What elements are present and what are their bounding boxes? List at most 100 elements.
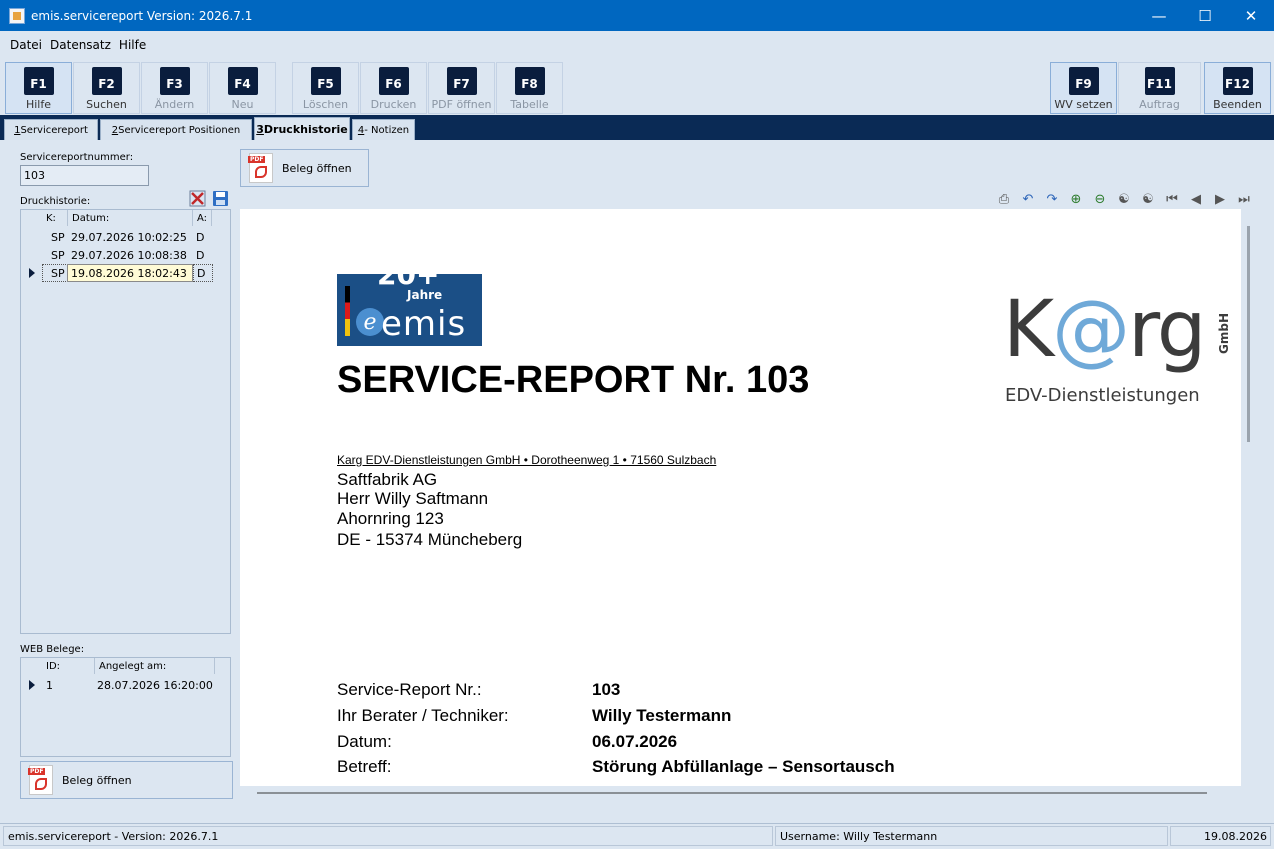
vertical-scrollbar[interactable]	[1247, 226, 1250, 442]
history-row-3-a[interactable]: D	[193, 264, 213, 282]
history-row-2-datum[interactable]: 29.07.2026 10:08:38	[71, 246, 187, 264]
f6-key-cap: F6	[378, 67, 409, 95]
f2-search-button[interactable]: F2 Suchen	[73, 62, 140, 114]
f6-print-button[interactable]: F6 Drucken	[360, 62, 427, 114]
history-row-1-datum[interactable]: 29.07.2026 10:02:25	[71, 228, 187, 246]
current-row-marker-icon	[29, 268, 35, 278]
f11-label: Auftrag	[1139, 98, 1180, 111]
tab-notizen[interactable]: 4 - Notizen	[352, 119, 415, 140]
horizontal-scrollbar[interactable]	[257, 792, 1207, 794]
viewer-open-document-label: Beleg öffnen	[282, 161, 352, 175]
f5-key-cap: F5	[310, 67, 341, 95]
field-report-nr-label: Service-Report Nr.:	[337, 680, 482, 699]
f5-delete-button[interactable]: F5 Löschen	[292, 62, 359, 114]
f1-label: Hilfe	[25, 98, 52, 111]
f11-key-cap: F11	[1144, 67, 1175, 95]
f8-table-button[interactable]: F8 Tabelle	[496, 62, 563, 114]
f3-key-cap: F3	[159, 67, 190, 95]
field-report-nr-value: 103	[592, 680, 621, 699]
address-line-4: DE - 15374 Müncheberg	[337, 530, 523, 549]
history-header-k: K:	[42, 210, 68, 226]
f7-pdf-button[interactable]: F7 PDF öffnen	[428, 62, 495, 114]
f2-label: Suchen	[86, 98, 127, 111]
history-row-2-k[interactable]: SP	[51, 246, 65, 264]
f4-key-cap: F4	[227, 67, 258, 95]
last-page-icon[interactable]: ⏭	[1232, 190, 1256, 208]
field-subject-value: Störung Abfüllanlage – Sensortausch	[592, 757, 895, 776]
sender-line: Karg EDV-Dienstleistungen GmbH • Dorothe…	[337, 453, 717, 467]
f1-help-button[interactable]: F1 Hilfe	[5, 62, 72, 114]
web-header-date: Angelegt am:	[95, 658, 215, 674]
address-line-1: Saftfabrik AG	[337, 470, 438, 489]
f11-order-button[interactable]: F11 Auftrag	[1118, 62, 1201, 114]
history-row-3-datum[interactable]: 19.08.2026 18:02:43	[67, 264, 193, 282]
print-icon[interactable]: ⎙	[992, 190, 1016, 208]
f9-label: WV setzen	[1054, 98, 1113, 111]
f7-label: PDF öffnen	[431, 98, 492, 111]
save-icon[interactable]	[212, 190, 229, 207]
f8-label: Tabelle	[510, 98, 549, 111]
web-row-1-id[interactable]: 1	[46, 676, 53, 694]
tab-positionen[interactable]: 2 Servicereport Positionen	[100, 119, 252, 140]
web-belege-grid: ID: Angelegt am: 1 28.07.2026 16:20:00	[20, 657, 231, 757]
f9-wv-button[interactable]: F9 WV setzen	[1050, 62, 1117, 114]
zoom-out-icon[interactable]: ⊖	[1088, 190, 1112, 208]
history-row-1-k[interactable]: SP	[51, 228, 65, 246]
history-header-a: A:	[193, 210, 212, 226]
history-row-3-k[interactable]: SP	[42, 264, 68, 282]
f3-edit-button[interactable]: F3 Ändern	[141, 62, 208, 114]
first-page-icon[interactable]: ⏮	[1160, 190, 1184, 208]
address-line-3: Ahornring 123	[337, 509, 444, 528]
previous-page-icon[interactable]: ◀	[1184, 190, 1208, 208]
close-icon[interactable]: ✕	[1228, 0, 1274, 31]
pdf-icon: PDF	[248, 153, 273, 183]
f5-label: Löschen	[302, 98, 349, 111]
f4-label: Neu	[231, 98, 254, 111]
find-next-icon[interactable]: ☯	[1136, 190, 1160, 208]
find-icon[interactable]: ☯	[1112, 190, 1136, 208]
status-bar: emis.servicereport - Version: 2026.7.1 U…	[0, 823, 1274, 849]
document-page: 20+ Jahre e emis SERVICE-REPORT Nr. 103 …	[240, 209, 1241, 786]
next-page-icon[interactable]: ▶	[1208, 190, 1232, 208]
viewer-open-document-button[interactable]: PDF Beleg öffnen	[240, 149, 369, 187]
status-date: 19.08.2026	[1170, 826, 1271, 846]
menu-datensatz[interactable]: Datensatz	[50, 38, 111, 52]
window-title: emis.servicereport Version: 2026.7.1	[31, 8, 253, 23]
history-row-1-a[interactable]: D	[196, 228, 204, 246]
web-row-marker-icon	[29, 680, 35, 690]
f12-key-cap: F12	[1222, 67, 1253, 95]
tab-strip: 1 Servicereport 2 Servicereport Position…	[0, 115, 1274, 140]
field-technician-label: Ihr Berater / Techniker:	[337, 706, 509, 725]
tab-druckhistorie[interactable]: 3 Druckhistorie	[254, 117, 350, 140]
zoom-in-icon[interactable]: ⊕	[1064, 190, 1088, 208]
field-date-value: 06.07.2026	[592, 732, 678, 751]
minimize-icon[interactable]: —	[1136, 0, 1182, 31]
report-number-field[interactable]: 103	[20, 165, 149, 186]
pdf-icon: PDF	[28, 765, 53, 795]
history-row-2-a[interactable]: D	[196, 246, 204, 264]
web-row-1-date[interactable]: 28.07.2026 16:20:00	[97, 676, 213, 694]
delete-history-icon[interactable]	[189, 190, 206, 207]
rotate-right-icon[interactable]: ↷	[1040, 190, 1064, 208]
left-open-document-button[interactable]: PDF Beleg öffnen	[20, 761, 233, 799]
f12-exit-button[interactable]: F12 Beenden	[1204, 62, 1271, 114]
history-label: Druckhistorie:	[20, 196, 91, 207]
f9-key-cap: F9	[1068, 67, 1099, 95]
status-app-version: emis.servicereport - Version: 2026.7.1	[3, 826, 773, 846]
menu-hilfe[interactable]: Hilfe	[119, 38, 146, 52]
karg-logo: K@rg GmbH EDV-Dienstleistungen	[1003, 285, 1231, 406]
maximize-icon[interactable]: ☐	[1182, 0, 1228, 31]
f1-key-cap: F1	[23, 67, 54, 95]
address-line-2: Herr Willy Saftmann	[337, 489, 489, 508]
f4-new-button[interactable]: F4 Neu	[209, 62, 276, 114]
f6-label: Drucken	[370, 98, 417, 111]
app-icon	[9, 7, 25, 24]
rotate-left-icon[interactable]: ↶	[1016, 190, 1040, 208]
field-technician-value: Willy Testermann	[592, 706, 732, 725]
menu-datei[interactable]: Datei	[10, 38, 42, 52]
tab-servicereport[interactable]: 1 Servicereport	[4, 119, 98, 140]
title-bar: emis.servicereport Version: 2026.7.1 — ☐…	[0, 0, 1274, 31]
left-open-document-label: Beleg öffnen	[62, 773, 132, 787]
viewer-toolbar: ⎙ ↶ ↷ ⊕ ⊖ ☯ ☯ ⏮ ◀ ▶ ⏭	[992, 190, 1256, 208]
f12-label: Beenden	[1213, 98, 1262, 111]
